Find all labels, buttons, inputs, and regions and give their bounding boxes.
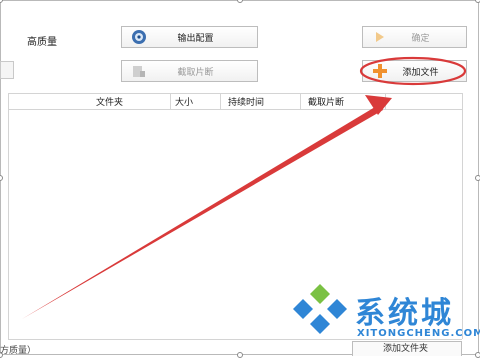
highlight-ellipse [359,56,467,86]
add-folder-button[interactable]: 添加文件夹 [352,341,462,356]
watermark-domain: XITONGCHENG.COM [357,328,480,339]
watermark-brand: 系统城 [355,296,454,331]
watermark-logo-icon [293,284,347,334]
bottom-quality-text: 方质量） [0,346,37,356]
